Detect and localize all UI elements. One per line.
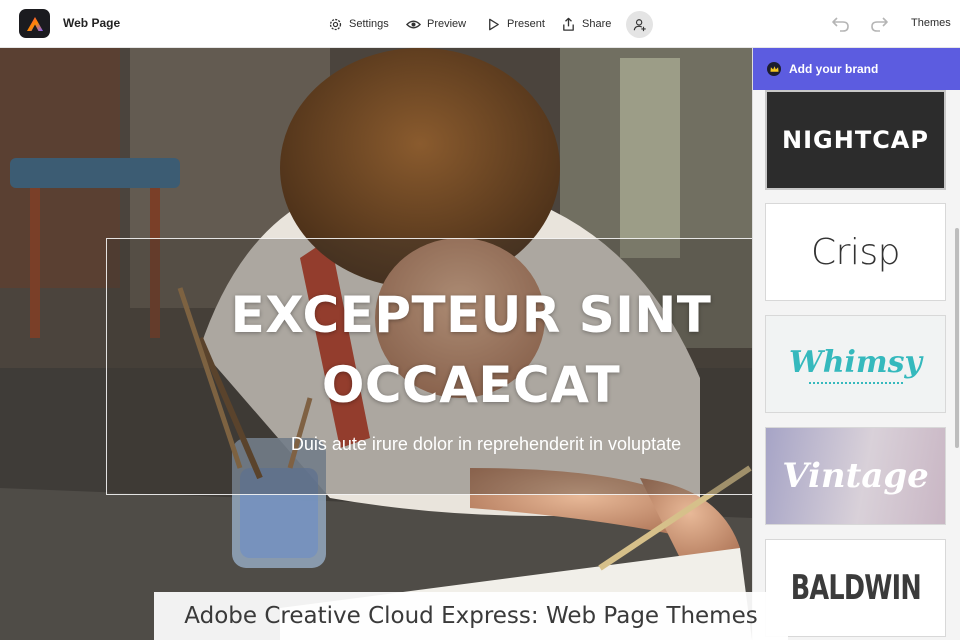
theme-name: BALDWIN: [790, 568, 921, 608]
theme-name: Whimsy: [789, 344, 922, 380]
theme-name: Vintage: [782, 456, 929, 496]
hero-section[interactable]: EXCEPTEUR SINT OCCAECAT Duis aute irure …: [0, 48, 752, 640]
themes-panel: Add your brand NIGHTCAP Crisp Whimsy Vin…: [752, 48, 960, 640]
app-logo-icon[interactable]: [19, 9, 50, 38]
add-brand-label: Add your brand: [789, 62, 879, 76]
panel-scrollbar[interactable]: [955, 228, 959, 448]
whimsy-underline-ornament: [808, 381, 903, 384]
theme-card-nightcap[interactable]: NIGHTCAP: [765, 90, 946, 190]
undo-icon[interactable]: [831, 14, 851, 34]
caption-banner: Adobe Creative Cloud Express: Web Page T…: [154, 592, 788, 640]
theme-card-crisp[interactable]: Crisp: [765, 203, 946, 301]
add-brand-button[interactable]: Add your brand: [753, 48, 960, 90]
hero-heading-line-2: OCCAECAT: [321, 356, 621, 414]
hero-subheading-text: Duis aute irure dolor in reprehenderit i…: [290, 434, 682, 454]
share-button[interactable]: Share: [561, 12, 611, 36]
invite-user-button[interactable]: [626, 11, 653, 38]
redo-icon[interactable]: [869, 14, 889, 34]
theme-card-whimsy[interactable]: Whimsy: [765, 315, 946, 413]
preview-label: Preview: [427, 18, 467, 30]
play-icon: [489, 18, 499, 30]
theme-card-vintage[interactable]: Vintage: [765, 427, 946, 525]
preview-button[interactable]: Preview: [406, 12, 466, 36]
theme-name: Crisp: [810, 231, 901, 273]
themes-button[interactable]: Themes: [911, 17, 951, 29]
document-title[interactable]: Web Page: [63, 16, 120, 30]
eye-icon: [406, 20, 421, 28]
hero-subheading[interactable]: Duis aute irure dolor in reprehenderit i…: [106, 434, 681, 455]
top-toolbar: Web Page Settings Preview Present Share …: [0, 0, 960, 48]
hero-heading[interactable]: EXCEPTEUR SINT OCCAECAT: [106, 280, 752, 420]
hero-heading-line-1: EXCEPTEUR SINT: [230, 286, 712, 344]
crown-icon: [767, 62, 781, 76]
present-label: Present: [507, 18, 545, 30]
theme-card-baldwin[interactable]: BALDWIN: [765, 539, 946, 637]
present-button[interactable]: Present: [486, 12, 545, 36]
settings-button[interactable]: Settings: [328, 12, 389, 36]
gear-icon: [329, 18, 342, 30]
theme-name: NIGHTCAP: [782, 126, 929, 154]
share-label: Share: [582, 18, 612, 30]
add-user-icon: [633, 18, 646, 31]
settings-label: Settings: [349, 18, 389, 30]
share-icon: [563, 17, 574, 31]
